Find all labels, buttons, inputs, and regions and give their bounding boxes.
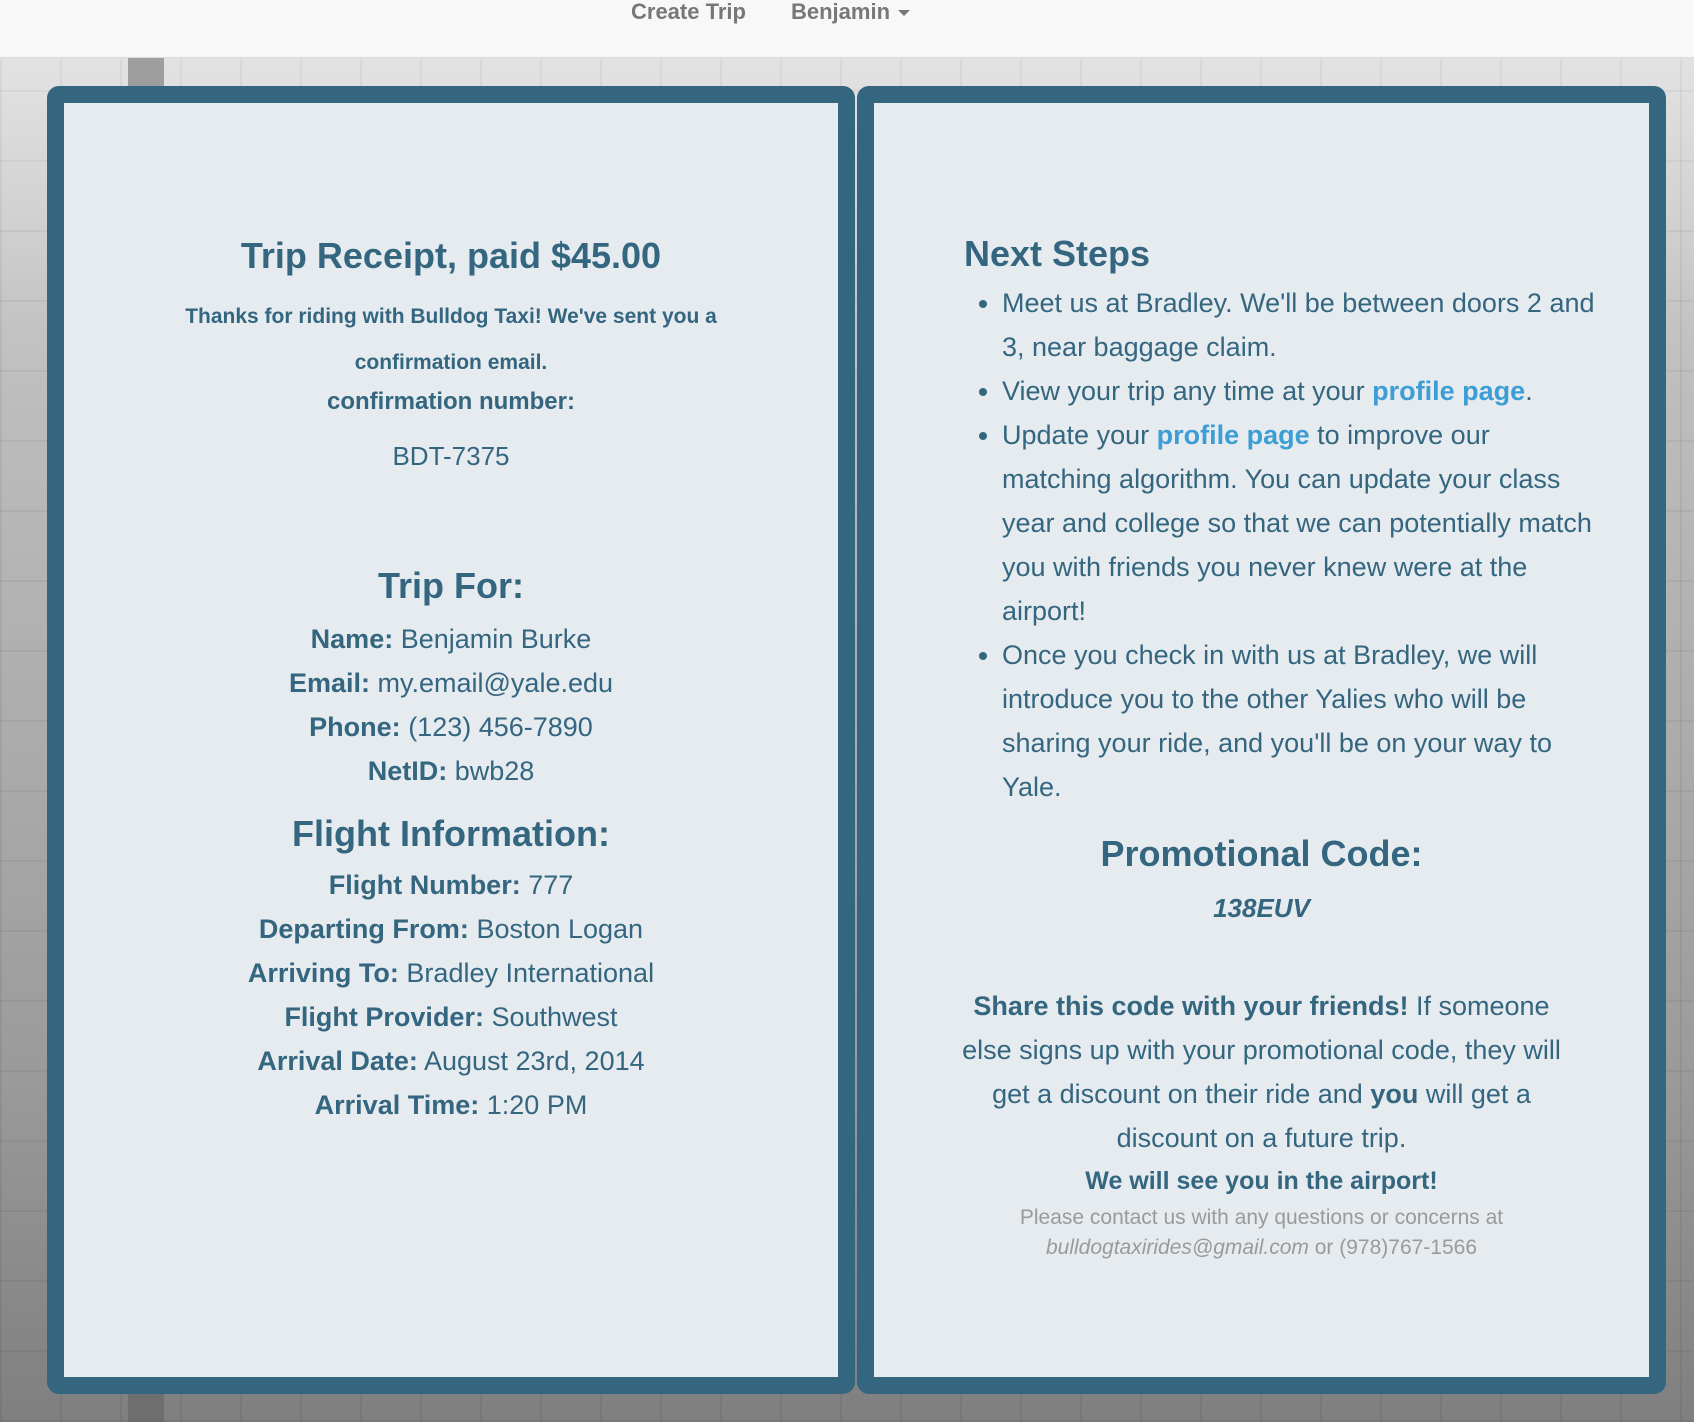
step-text: to improve our matching algorithm. You c… xyxy=(1002,420,1592,626)
netid-value: bwb28 xyxy=(454,756,535,786)
profile-page-link[interactable]: profile page xyxy=(1372,376,1525,406)
arrival-date-row: Arrival Date: August 23rd, 2014 xyxy=(64,1039,838,1083)
arrival-date-label: Arrival Date: xyxy=(257,1046,418,1076)
flight-info-title: Flight Information: xyxy=(292,813,610,854)
contact-info: Please contact us with any questions or … xyxy=(874,1203,1649,1263)
thanks-message: Thanks for riding with Bulldog Taxi! We'… xyxy=(185,305,717,374)
see-you-message: We will see you in the airport! xyxy=(1085,1167,1438,1195)
name-row: Name: Benjamin Burke xyxy=(64,617,838,661)
list-item: Once you check in with us at Bradley, we… xyxy=(1002,633,1602,809)
share-message: Share this code with your friends! If so… xyxy=(954,984,1569,1160)
navbar: Create Trip Benjamin xyxy=(0,0,1694,58)
profile-page-link[interactable]: profile page xyxy=(1157,420,1310,450)
trip-for-title: Trip For: xyxy=(378,565,524,606)
contact-line: Please contact us with any questions or … xyxy=(1019,1206,1504,1229)
flight-number-row: Flight Number: 777 xyxy=(64,863,838,907)
trip-for-details: Name: Benjamin Burke Email: my.email@yal… xyxy=(64,617,838,793)
next-steps-list: Meet us at Bradley. We'll be between doo… xyxy=(964,281,1602,809)
flight-number-label: Flight Number: xyxy=(328,870,521,900)
chevron-down-icon xyxy=(898,10,911,17)
list-item: View your trip any time at your profile … xyxy=(1002,369,1602,413)
list-item: Update your profile page to improve our … xyxy=(1002,413,1602,633)
create-trip-link[interactable]: Create Trip xyxy=(631,0,746,26)
provider-value: Southwest xyxy=(491,1002,618,1032)
next-steps-panel-content: Next Steps Meet us at Bradley. We'll be … xyxy=(874,103,1649,1377)
contact-phone: (978)767-1566 xyxy=(1339,1236,1478,1259)
user-menu-label: Benjamin xyxy=(791,0,891,24)
email-value: my.email@yale.edu xyxy=(377,668,614,698)
user-menu-dropdown[interactable]: Benjamin xyxy=(791,0,911,26)
flight-number-value: 777 xyxy=(528,870,574,900)
name-value: Benjamin Burke xyxy=(400,624,592,654)
step-text: . xyxy=(1525,376,1533,406)
contact-or: or xyxy=(1308,1236,1340,1259)
arrival-date-value: August 23rd, 2014 xyxy=(423,1046,645,1076)
promo-code: 138EUV xyxy=(1213,893,1310,923)
list-item: Meet us at Bradley. We'll be between doo… xyxy=(1002,281,1602,369)
phone-label: Phone: xyxy=(309,712,401,742)
departing-value: Boston Logan xyxy=(476,914,644,944)
next-steps-title: Next Steps xyxy=(964,233,1151,274)
arrival-time-label: Arrival Time: xyxy=(314,1090,480,1120)
confirmation-number: BDT-7375 xyxy=(392,441,510,471)
arrival-time-row: Arrival Time: 1:20 PM xyxy=(64,1083,838,1127)
email-label: Email: xyxy=(288,668,370,698)
arriving-value: Bradley International xyxy=(406,958,655,988)
phone-row: Phone: (123) 456-7890 xyxy=(64,705,838,749)
phone-value: (123) 456-7890 xyxy=(408,712,593,742)
receipt-panel-content: Trip Receipt, paid $45.00 Thanks for rid… xyxy=(64,103,838,1377)
departing-row: Departing From: Boston Logan xyxy=(64,907,838,951)
netid-row: NetID: bwb28 xyxy=(64,749,838,793)
promo-title: Promotional Code: xyxy=(1100,833,1423,874)
netid-label: NetID: xyxy=(367,756,448,786)
step-text: Update your xyxy=(1002,420,1157,450)
next-steps-panel: Next Steps Meet us at Bradley. We'll be … xyxy=(857,86,1666,1394)
step-text: View your trip any time at your xyxy=(1002,376,1373,406)
arriving-row: Arriving To: Bradley International xyxy=(64,951,838,995)
arrival-time-value: 1:20 PM xyxy=(486,1090,588,1120)
confirmation-label: confirmation number: xyxy=(326,388,575,415)
contact-email[interactable]: bulldogtaxirides@gmail.com xyxy=(1046,1236,1309,1259)
arriving-label: Arriving To: xyxy=(247,958,399,988)
email-row: Email: my.email@yale.edu xyxy=(64,661,838,705)
contact-details: bulldogtaxirides@gmail.com or (978)767-1… xyxy=(874,1233,1649,1263)
flight-details: Flight Number: 777 Departing From: Bosto… xyxy=(64,863,838,1127)
name-label: Name: xyxy=(310,624,394,654)
provider-label: Flight Provider: xyxy=(284,1002,484,1032)
share-bold: Share this code with your friends! xyxy=(973,991,1409,1021)
share-you: you xyxy=(1370,1079,1419,1109)
receipt-title: Trip Receipt, paid $45.00 xyxy=(240,235,662,276)
departing-label: Departing From: xyxy=(258,914,469,944)
provider-row: Flight Provider: Southwest xyxy=(64,995,838,1039)
receipt-panel: Trip Receipt, paid $45.00 Thanks for rid… xyxy=(47,86,855,1394)
